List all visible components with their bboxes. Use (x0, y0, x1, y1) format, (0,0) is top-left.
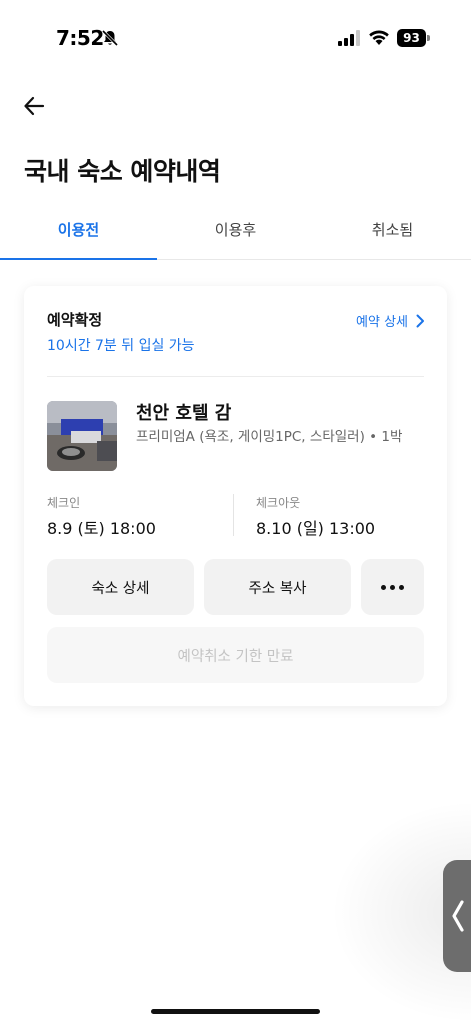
wifi-icon (369, 30, 389, 45)
divider (47, 376, 424, 377)
hotel-thumbnail[interactable] (47, 401, 117, 471)
booking-card: 예약확정 10시간 7분 뒤 입실 가능 예약 상세 천안 호텔 감 프리미엄A… (24, 286, 447, 706)
cancel-booking-button: 예약취소 기한 만료 (47, 627, 424, 683)
bell-off-icon (101, 29, 119, 47)
page-title: 국내 숙소 예약내역 (24, 157, 221, 186)
chevron-left-icon (452, 900, 464, 932)
more-icon (381, 584, 404, 590)
status-time: 7:52 (56, 26, 104, 50)
battery-icon: 93 (397, 29, 431, 47)
back-arrow-icon (24, 96, 45, 116)
tab-cancelled[interactable]: 취소됨 (314, 208, 471, 259)
booking-status: 예약확정 (47, 311, 103, 329)
checkin-value: 8.9 (토) 18:00 (47, 519, 156, 538)
checkin-label: 체크인 (47, 496, 81, 510)
battery-level: 93 (397, 29, 426, 47)
back-button[interactable] (18, 90, 50, 122)
more-button[interactable] (361, 559, 424, 615)
hotel-name: 천안 호텔 감 (136, 403, 232, 424)
home-indicator[interactable] (151, 1009, 320, 1014)
chevron-right-icon (416, 314, 424, 327)
tab-before-use[interactable]: 이용전 (0, 208, 157, 260)
tab-bar: 이용전 이용후 취소됨 (0, 208, 471, 260)
vertical-divider (233, 494, 234, 536)
booking-detail-link[interactable]: 예약 상세 (356, 311, 425, 330)
status-bar: 7:52 93 (0, 0, 471, 76)
signal-icon (338, 30, 360, 46)
checkout-label: 체크아웃 (256, 496, 301, 510)
copy-address-button[interactable]: 주소 복사 (204, 559, 351, 615)
booking-detail-label: 예약 상세 (356, 315, 408, 330)
room-info: 프리미엄A (욕조, 게이밍1PC, 스타일러) • 1박 (136, 429, 403, 445)
checkout-value: 8.10 (일) 13:00 (256, 519, 376, 538)
checkin-countdown: 10시간 7분 뒤 입실 가능 (47, 338, 195, 354)
hotel-detail-button[interactable]: 숙소 상세 (47, 559, 194, 615)
tab-after-use[interactable]: 이용후 (157, 208, 314, 259)
side-drawer-handle[interactable] (443, 860, 471, 972)
